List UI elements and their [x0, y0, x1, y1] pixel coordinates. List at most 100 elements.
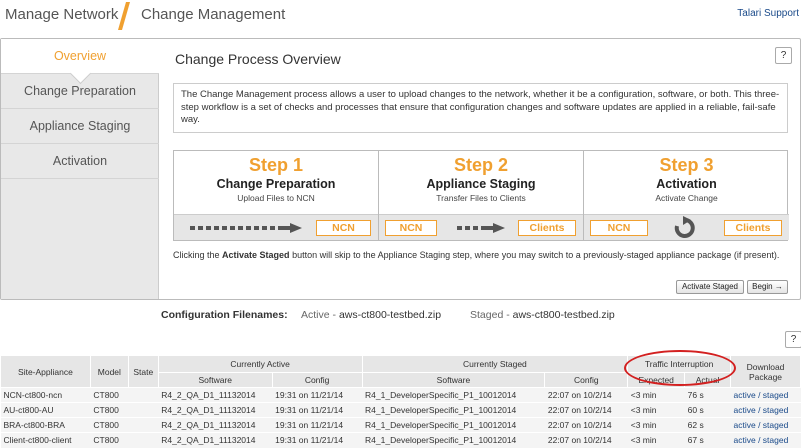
help-icon[interactable]: ?	[775, 47, 792, 64]
help-icon[interactable]: ?	[785, 331, 801, 348]
note-text: Clicking the	[173, 250, 223, 260]
page-title: Change Process Overview	[175, 51, 341, 67]
refresh-cycle-icon	[674, 216, 695, 238]
table-row: Client-ct800-client CT800 R4_2_QA_D1_111…	[0, 432, 801, 448]
staged-config: Staged - aws-ct800-testbed.zip	[470, 309, 615, 321]
cell-site: Client-ct800-client	[0, 432, 91, 448]
step-3-bar: NCN Clients	[584, 214, 789, 240]
breadcrumb-manage-network[interactable]: Manage Network	[5, 6, 118, 23]
sidebar-item-appliance-staging[interactable]: Appliance Staging	[1, 109, 159, 144]
cell-active-config: 19:31 on 11/21/14	[272, 417, 363, 433]
sidebar-item-change-preparation[interactable]: Change Preparation	[1, 74, 159, 109]
activate-staged-note: Clicking the Activate Staged button will…	[173, 250, 779, 260]
step-2-bar: NCN Clients	[379, 214, 583, 240]
sidebar-item-overview[interactable]: Overview	[1, 39, 159, 74]
cell-model: CT800	[90, 402, 129, 418]
cell-active-config: 19:31 on 11/21/14	[272, 402, 363, 418]
cell-active-software: R4_2_QA_D1_11132014	[158, 417, 273, 433]
note-text: button will skip to the Appliance Stagin…	[289, 250, 780, 260]
cell-state	[128, 387, 159, 403]
cell-actual: 60 s	[684, 402, 731, 418]
cell-staged-config: 22:07 on 10/2/14	[544, 402, 628, 418]
step-2: Step 2 Appliance Staging Transfer Files …	[379, 151, 584, 240]
download-links[interactable]: active / staged	[730, 417, 801, 433]
header-active-config: Config	[271, 372, 363, 388]
active-config-label: Active -	[301, 309, 339, 321]
cell-staged-config: 22:07 on 10/2/14	[544, 432, 628, 448]
cell-expected: <3 min	[627, 432, 685, 448]
ncn-tag: NCN	[385, 220, 437, 236]
support-link[interactable]: Talari Support	[737, 8, 799, 19]
header-download-package: Download Package	[730, 355, 801, 388]
cell-expected: <3 min	[627, 402, 685, 418]
cell-active-software: R4_2_QA_D1_11132014	[158, 402, 273, 418]
cell-expected: <3 min	[627, 417, 685, 433]
download-links[interactable]: active / staged	[730, 402, 801, 418]
download-links[interactable]: active / staged	[730, 387, 801, 403]
staged-config-value: aws-ct800-testbed.zip	[512, 309, 615, 321]
ncn-tag: NCN	[590, 220, 648, 236]
cell-staged-config: 22:07 on 10/2/14	[544, 417, 628, 433]
cell-active-software: R4_2_QA_D1_11132014	[158, 387, 273, 403]
step-1: Step 1 Change Preparation Upload Files t…	[174, 151, 379, 240]
cell-staged-software: R4_1_DeveloperSpecific_P1_10012014	[362, 417, 545, 433]
staged-config-label: Staged -	[470, 309, 513, 321]
header-currently-staged: Currently Staged	[361, 355, 629, 373]
step-1-number: Step 1	[248, 155, 304, 175]
header-state: State	[127, 355, 159, 388]
cell-staged-software: R4_1_DeveloperSpecific_P1_10012014	[362, 432, 545, 448]
activate-staged-button[interactable]: Activate Staged	[676, 280, 744, 294]
cell-state	[128, 402, 159, 418]
step-1-bar: NCN	[174, 214, 378, 240]
transfer-arrow-icon	[457, 223, 505, 233]
page-header: Manage Network Change Management Talari …	[0, 0, 801, 34]
description-text: The Change Management process allows a u…	[181, 89, 780, 125]
active-config-value: aws-ct800-testbed.zip	[338, 309, 442, 321]
cell-site: AU-ct800-AU	[0, 402, 91, 418]
description-box: The Change Management process allows a u…	[173, 83, 788, 133]
cell-staged-config: 22:07 on 10/2/14	[544, 387, 628, 403]
clients-tag: Clients	[724, 220, 782, 236]
cell-staged-software: R4_1_DeveloperSpecific_P1_10012014	[362, 402, 545, 418]
active-config: Active - aws-ct800-testbed.zip	[301, 309, 441, 321]
cell-actual: 76 s	[684, 387, 731, 403]
header-currently-active: Currently Active	[157, 355, 363, 373]
cell-state	[128, 417, 159, 433]
header-staged-config: Config	[544, 372, 629, 388]
step-3-subtitle: Activate Change	[655, 193, 718, 203]
step-2-name: Appliance Staging	[426, 177, 536, 191]
transfer-arrow-icon	[190, 223, 302, 233]
change-process-panel: Overview Change Preparation Appliance St…	[0, 38, 801, 300]
table-row: BRA-ct800-BRA CT800 R4_2_QA_D1_11132014 …	[0, 417, 801, 433]
cell-model: CT800	[90, 432, 129, 448]
ncn-tag: NCN	[316, 220, 371, 236]
cell-active-config: 19:31 on 11/21/14	[272, 432, 363, 448]
steps-diagram: Step 1 Change Preparation Upload Files t…	[173, 150, 789, 241]
cell-active-config: 19:31 on 11/21/14	[272, 387, 363, 403]
download-links[interactable]: active / staged	[730, 432, 801, 448]
table-row: AU-ct800-AU CT800 R4_2_QA_D1_11132014 19…	[0, 402, 801, 418]
table-row: NCN-ct800-ncn CT800 R4_2_QA_D1_11132014 …	[0, 387, 801, 403]
step-3-number: Step 3	[659, 155, 714, 175]
note-bold: Activate Staged	[222, 250, 290, 260]
cell-actual: 62 s	[684, 417, 731, 433]
step-3-name: Activation	[656, 177, 717, 191]
cell-site: BRA-ct800-BRA	[0, 417, 91, 433]
header-model: Model	[89, 355, 129, 388]
step-2-number: Step 2	[453, 155, 509, 175]
cell-model: CT800	[90, 387, 129, 403]
sidebar: Overview Change Preparation Appliance St…	[1, 39, 159, 299]
cell-expected: <3 min	[627, 387, 685, 403]
header-site: Site-Appliance	[0, 355, 91, 388]
cell-site: NCN-ct800-ncn	[0, 387, 91, 403]
begin-button[interactable]: Begin →	[747, 280, 788, 294]
breadcrumb-separator-icon	[118, 2, 130, 30]
config-filenames-label: Configuration Filenames:	[161, 309, 288, 321]
sidebar-item-activation[interactable]: Activation	[1, 144, 159, 179]
cell-state	[128, 432, 159, 448]
cell-active-software: R4_2_QA_D1_11132014	[158, 432, 273, 448]
breadcrumb-change-management: Change Management	[141, 6, 286, 23]
header-staged-software: Software	[361, 372, 546, 388]
cell-actual: 67 s	[684, 432, 731, 448]
header-active-software: Software	[157, 372, 273, 388]
